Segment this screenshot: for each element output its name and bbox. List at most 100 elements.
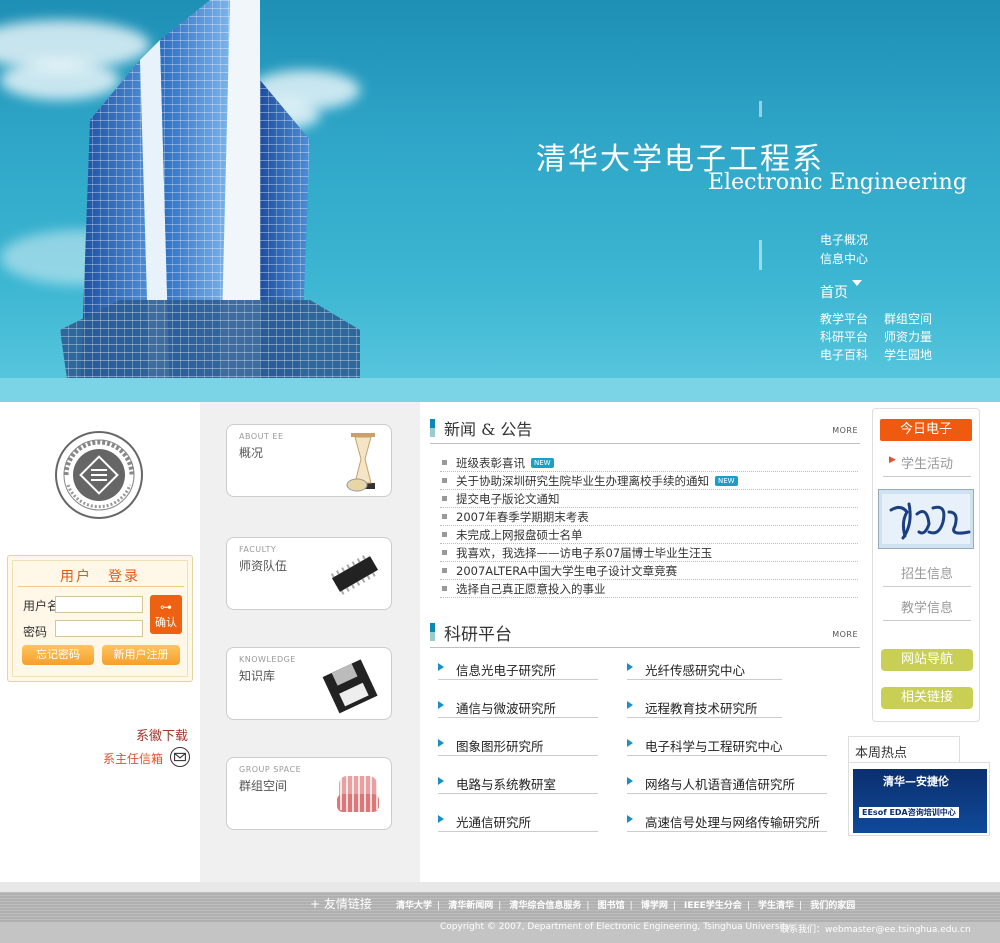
news-item[interactable]: 我喜欢，我选择——访电子系07届博士毕业生汪玉 <box>440 544 858 562</box>
username-input[interactable] <box>55 596 143 613</box>
card-group-space[interactable]: GROUP SPACE 群组空间 <box>226 757 392 830</box>
university-seal-logo <box>55 431 143 519</box>
nav-students[interactable]: 学生园地 <box>884 346 932 363</box>
news-item[interactable]: 班级表彰喜讯 NEW <box>440 454 858 472</box>
nav-research[interactable]: 科研平台 <box>820 328 868 345</box>
card-faculty[interactable]: FACULTY 师资队伍 <box>226 537 392 610</box>
nav-group-space[interactable]: 群组空间 <box>884 310 932 327</box>
nav-encyclopedia[interactable]: 电子百科 <box>820 346 868 363</box>
admission-info-link[interactable]: 招生信息 <box>883 563 971 587</box>
banner-stripe <box>0 378 1000 402</box>
news-header: 新闻 & 公告 MORE <box>430 416 860 444</box>
news-item[interactable]: 提交电子版论文通知 <box>440 490 858 508</box>
footer-link[interactable]: IEEE学生分会 <box>684 901 742 911</box>
footer-link[interactable]: 图书馆 <box>598 901 625 911</box>
logo-download-link[interactable]: 系徽下载 <box>136 725 188 744</box>
news-item[interactable]: 选择自己真正愿意投入的事业 <box>440 580 858 598</box>
lab-link[interactable]: 高速信号处理与网络传输研究所 <box>627 812 827 832</box>
password-input[interactable] <box>55 620 143 637</box>
contact-email-link[interactable]: 联系我们：webmaster@ee.tsinghua.edu.cn <box>780 922 971 935</box>
news-item[interactable]: 2007ALTERA中国大学生电子设计文章竞赛 <box>440 562 858 580</box>
news-item-title: 提交电子版论文通知 <box>456 492 560 506</box>
new-badge: NEW <box>715 476 738 486</box>
card-en-label: KNOWLEDGE <box>239 655 296 664</box>
nav-about[interactable]: 电子概况 <box>820 231 868 248</box>
news-item-title: 选择自己真正愿意投入的事业 <box>456 582 606 596</box>
forgot-password-button[interactable]: 忘记密码 <box>22 645 94 665</box>
nav-teaching[interactable]: 教学平台 <box>820 310 868 327</box>
center-column: 新闻 & 公告 MORE 班级表彰喜讯 NEW 关于协助深圳研究生院毕业生办理离校… <box>420 402 860 882</box>
lab-name: 光纤传感研究中心 <box>645 663 746 678</box>
footer-link[interactable]: 学生清华 <box>758 901 794 911</box>
bullet-icon <box>442 496 447 501</box>
divider <box>430 443 860 444</box>
divider <box>430 647 860 648</box>
card-knowledge[interactable]: KNOWLEDGE 知识库 <box>226 647 392 720</box>
site-navigation-button[interactable]: 网站导航 <box>881 649 973 671</box>
card-title: 知识库 <box>239 669 276 683</box>
hourglass-icon <box>346 433 375 492</box>
lab-name: 光通信研究所 <box>456 815 532 830</box>
research-more-link[interactable]: MORE <box>832 630 858 639</box>
divider <box>759 101 762 117</box>
lab-link[interactable]: 光通信研究所 <box>438 812 598 832</box>
armchair-icon <box>337 776 379 812</box>
nav-faculty[interactable]: 师资力量 <box>884 328 932 345</box>
news-item[interactable]: 未完成上网报盘硕士名单 <box>440 526 858 544</box>
site-subtitle: Electronic Engineering <box>708 170 967 195</box>
nav-info-center[interactable]: 信息中心 <box>820 250 868 267</box>
divider <box>18 586 184 587</box>
card-en-label: GROUP SPACE <box>239 765 302 774</box>
lab-link[interactable]: 信息光电子研究所 <box>438 660 598 680</box>
card-en-label: ABOUT EE <box>239 432 284 441</box>
news-item[interactable]: 关于协助深圳研究生院毕业生办理离校手续的通知 NEW <box>440 472 858 490</box>
footer-link[interactable]: 清华综合信息服务 <box>509 901 581 911</box>
new-badge: NEW <box>531 458 554 468</box>
arrow-right-icon <box>438 739 444 747</box>
lab-link[interactable]: 图象图形研究所 <box>438 736 598 756</box>
floppy-disk-icon <box>322 659 378 714</box>
footer-band <box>0 882 1000 892</box>
student-activity-link[interactable]: 学生活动 <box>883 453 971 477</box>
lab-link[interactable]: 电路与系统教研室 <box>438 774 598 794</box>
building-image <box>60 0 360 400</box>
news-item-title: 我喜欢，我选择——访电子系07届博士毕业生汪玉 <box>456 546 713 560</box>
card-about[interactable]: ABOUT EE 概况 <box>226 424 392 497</box>
teaching-info-link[interactable]: 教学信息 <box>883 597 971 621</box>
lab-link[interactable]: 远程教育技术研究所 <box>627 698 782 718</box>
lab-name: 电子科学与工程研究中心 <box>645 739 783 754</box>
lab-link[interactable]: 光纤传感研究中心 <box>627 660 782 680</box>
lab-name: 信息光电子研究所 <box>456 663 557 678</box>
handwriting-image[interactable] <box>878 489 974 549</box>
lab-name: 网络与人机语音通信研究所 <box>645 777 796 792</box>
arrow-right-icon <box>627 739 633 747</box>
footer-link[interactable]: 清华大学 <box>396 901 432 911</box>
director-mailbox-link[interactable]: 系主任信箱 <box>103 750 163 767</box>
lab-name: 远程教育技术研究所 <box>645 701 758 716</box>
related-links-button[interactable]: 相关链接 <box>881 687 973 709</box>
confirm-label: 确认 <box>155 616 177 629</box>
lab-link[interactable]: 电子科学与工程研究中心 <box>627 736 827 756</box>
arrow-right-icon <box>627 701 633 709</box>
footer-link[interactable]: 我们的家园 <box>810 901 855 911</box>
today-ee-button[interactable]: 今日电子 <box>880 419 972 441</box>
section-cards-column: ABOUT EE 概况 FACULTY 师资队伍 KNOWLEDGE 知识库 G… <box>200 402 420 882</box>
lab-name: 通信与微波研究所 <box>456 701 557 716</box>
lab-name: 高速信号处理与网络传输研究所 <box>645 815 821 830</box>
arrow-right-icon <box>438 815 444 823</box>
footer-link[interactable]: 博学网 <box>641 901 668 911</box>
news-item-title: 未完成上网报盘硕士名单 <box>456 528 583 542</box>
bullet-icon <box>442 550 447 555</box>
footer-link[interactable]: 清华新闻网 <box>448 901 493 911</box>
news-more-link[interactable]: MORE <box>832 426 858 435</box>
login-confirm-button[interactable]: ⊶ 确认 <box>150 595 182 634</box>
lab-link[interactable]: 网络与人机语音通信研究所 <box>627 774 827 794</box>
news-item[interactable]: 2007年春季学期期末考表 <box>440 508 858 526</box>
mail-icon[interactable] <box>170 747 190 767</box>
weekly-hot-banner[interactable]: 清华—安捷伦 EEsof EDA咨询培训中心 <box>848 762 990 836</box>
lab-link[interactable]: 通信与微波研究所 <box>438 698 598 718</box>
register-button[interactable]: 新用户注册 <box>102 645 180 665</box>
research-title: 科研平台 <box>444 625 512 645</box>
nav-home[interactable]: 首页 <box>820 282 848 302</box>
research-header: 科研平台 MORE <box>430 620 860 648</box>
